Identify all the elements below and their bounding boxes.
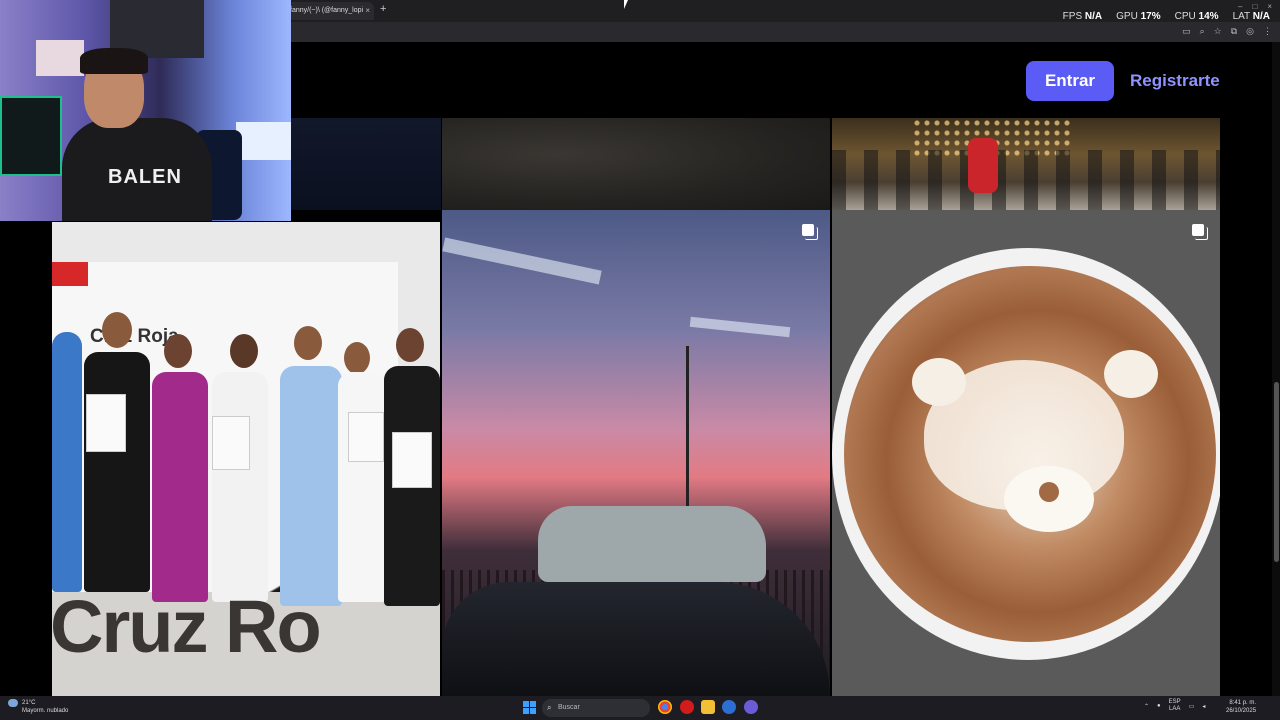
wall-poster (36, 40, 84, 76)
screen: fanny/(~)\ (@fanny_lopi × + – □ × FPS N/… (0, 0, 1280, 720)
chevron-up-icon[interactable]: ⌃ (1144, 703, 1149, 710)
post-thumbnail-sunset[interactable] (442, 210, 830, 696)
scrollbar-thumb[interactable] (1274, 382, 1279, 562)
minimize-button[interactable]: – (1238, 2, 1242, 11)
person (280, 366, 342, 606)
windows-start-icon[interactable] (523, 701, 536, 714)
foreground-car (442, 582, 830, 696)
cruz-roja-letters: Cruz Ro (52, 585, 322, 668)
taskbar-search[interactable]: ⌕ Buscar (542, 699, 650, 717)
file-explorer-icon[interactable] (701, 700, 715, 714)
person-head (230, 334, 258, 368)
certificate (212, 416, 250, 470)
window-glare (689, 316, 791, 338)
shirt-print: BALEN (108, 166, 182, 188)
cast-icon[interactable]: ▭ (1182, 26, 1191, 37)
certificate (86, 394, 126, 452)
red-cross-mark (52, 262, 88, 286)
crowd (832, 150, 1220, 210)
discord-icon[interactable] (744, 700, 758, 714)
person-red-coat (968, 138, 998, 193)
menu-dots-icon[interactable]: ⋮ (1263, 26, 1272, 37)
certificate (348, 412, 384, 462)
zoom-icon[interactable]: ⌕ (1200, 26, 1205, 37)
chrome-icon[interactable] (658, 700, 672, 714)
extensions-icon[interactable]: ⧉ (1231, 26, 1237, 37)
system-tray: ⌃ ● ESP LAA ▭ ◂ (1144, 699, 1205, 713)
window-controls: – □ × (1238, 2, 1272, 11)
date: 26/10/2025 (1226, 708, 1257, 714)
post-thumbnail-hair[interactable] (442, 118, 830, 210)
bear-nose (1039, 482, 1059, 502)
browser-tab[interactable]: fanny/(~)\ (@fanny_lopi × (282, 2, 374, 20)
person-head (102, 312, 132, 348)
mouse-cursor-icon (624, 0, 628, 9)
bookmark-star-icon[interactable]: ☆ (1214, 26, 1222, 37)
new-tab-button[interactable]: + (380, 3, 386, 15)
person-head (396, 328, 424, 362)
post-thumbnail-latte-art[interactable] (832, 210, 1220, 696)
person (152, 372, 208, 602)
search-placeholder: Buscar (558, 704, 580, 711)
multiple-images-icon (1192, 224, 1208, 240)
person-head (164, 334, 192, 368)
pc-case (0, 96, 62, 176)
time: 8:41 p. m. (1229, 700, 1257, 706)
bear-ear (912, 358, 966, 406)
network-icon[interactable]: ▭ (1189, 703, 1195, 710)
multiple-images-icon (802, 224, 818, 240)
bear-ear (1104, 350, 1158, 398)
cloud-icon (8, 699, 18, 707)
register-link[interactable]: Registrarte (1130, 71, 1220, 91)
clock[interactable]: 8:41 p. m. 26/10/2025 (1226, 699, 1256, 715)
post-thumbnail-dark[interactable] (291, 118, 441, 210)
opera-icon[interactable] (680, 700, 694, 714)
webcam-overlay: BALEN (0, 0, 291, 221)
weather-widget[interactable] (8, 699, 21, 708)
toolbar-icons: ▭ ⌕ ☆ ⧉ ◎ ⋮ (1182, 26, 1272, 37)
mic-icon[interactable]: ● (1157, 703, 1161, 709)
person-head (294, 326, 322, 360)
parked-car (538, 506, 766, 582)
certificate (392, 432, 432, 488)
tab-close-icon[interactable]: × (365, 2, 370, 20)
tab-title: fanny/(~)\ (@fanny_lopi (290, 7, 364, 14)
search-icon: ⌕ (547, 703, 552, 712)
temperature: 21°C (22, 700, 36, 706)
weather-description: Mayorm. nublado (22, 708, 69, 714)
profile-icon[interactable]: ◎ (1246, 26, 1254, 37)
fps-stat: FPS N/A (1062, 11, 1103, 22)
person (52, 332, 82, 592)
streamer-hair (80, 48, 148, 74)
latency-stat: LAT N/A (1232, 11, 1270, 22)
volume-icon[interactable]: ◂ (1202, 703, 1205, 710)
close-window-button[interactable]: × (1267, 2, 1272, 11)
windows-taskbar: 21°C Mayorm. nublado ⌕ Buscar ⌃ ● ESP LA… (0, 696, 1280, 720)
person (212, 372, 268, 602)
page-scrollbar[interactable] (1272, 42, 1280, 696)
person (338, 372, 386, 602)
person (84, 352, 150, 592)
maximize-button[interactable]: □ (1252, 2, 1257, 11)
post-thumbnail-street[interactable] (832, 118, 1220, 210)
weather-text: 21°C Mayorm. nublado (22, 699, 68, 715)
background-monitor (236, 122, 291, 160)
cpu-stat: CPU 14% (1174, 11, 1219, 22)
post-thumbnail-cruz-roja[interactable]: Cruz Roja Cruz Ro (52, 222, 440, 696)
window-glare (442, 237, 602, 285)
login-button[interactable]: Entrar (1026, 61, 1114, 101)
language-indicator[interactable]: ESP LAA (1169, 699, 1181, 713)
app-icon[interactable] (722, 700, 736, 714)
performance-overlay: FPS N/A GPU 17% CPU 14% LAT N/A (1063, 11, 1270, 22)
person-head (344, 342, 370, 374)
gpu-stat: GPU 17% (1116, 11, 1161, 22)
